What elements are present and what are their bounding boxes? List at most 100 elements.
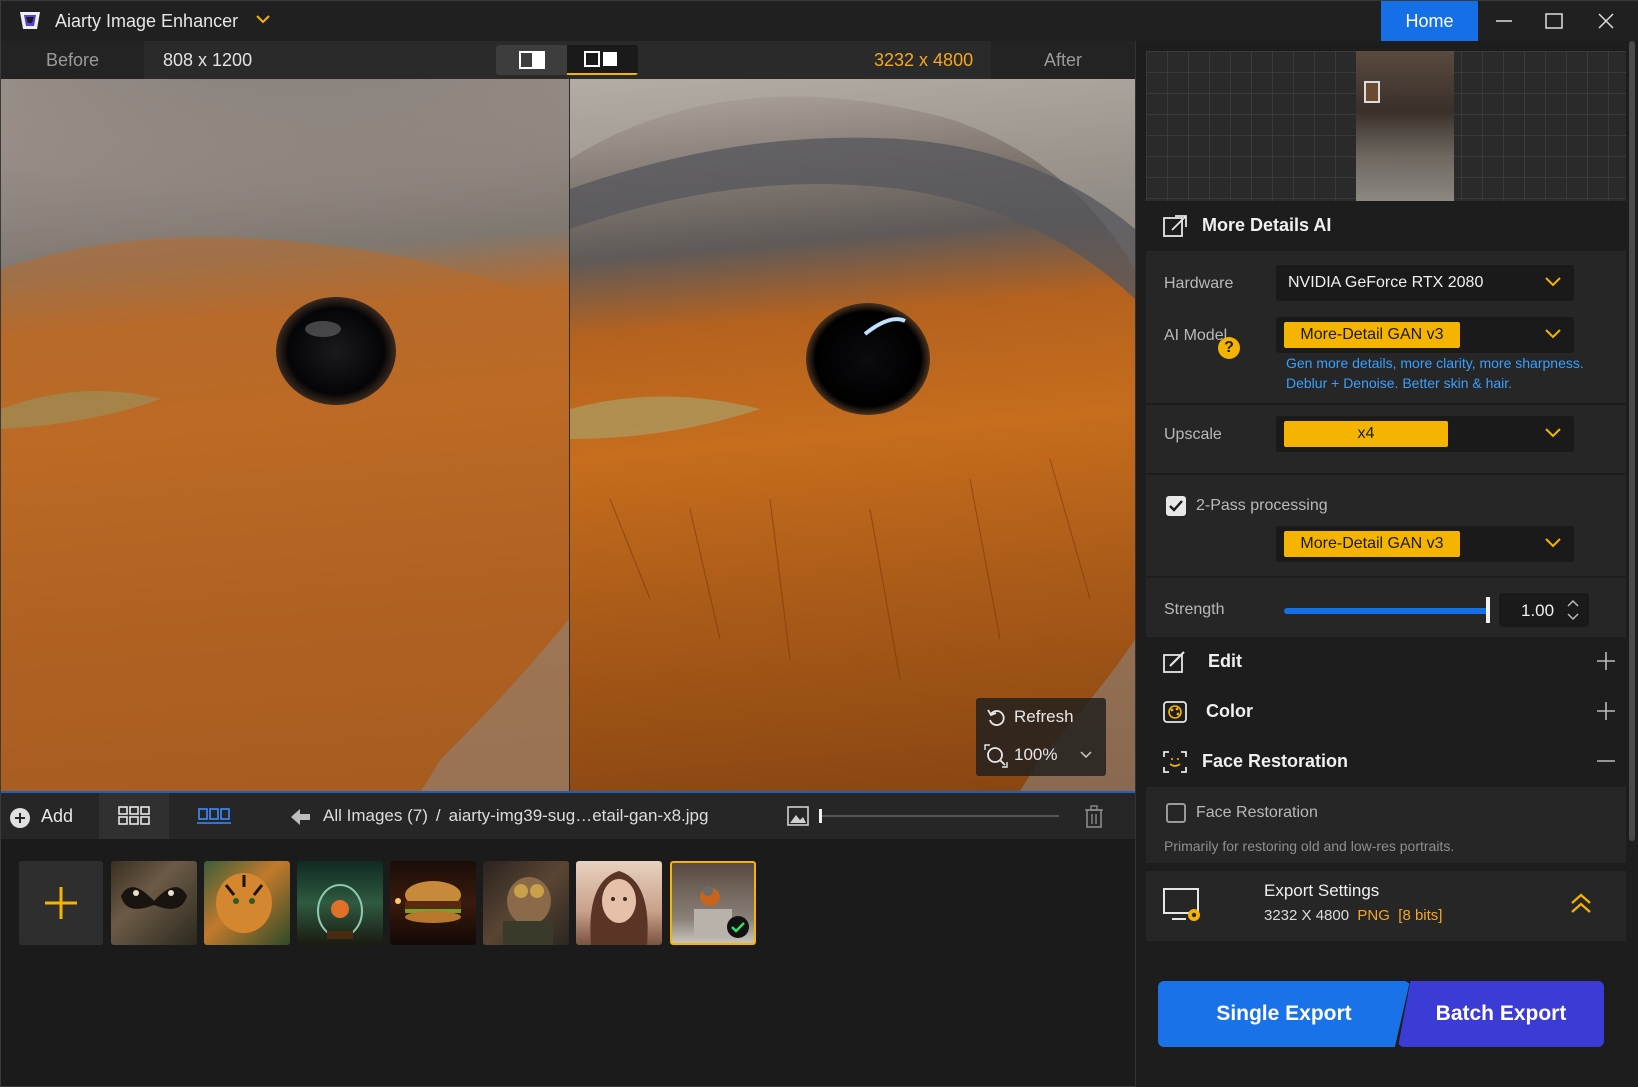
title-bar: Aiarty Image Enhancer Home bbox=[1, 1, 1638, 41]
upscale-select[interactable]: x4 bbox=[1276, 416, 1574, 452]
chevron-down-icon bbox=[1545, 538, 1561, 548]
strength-label: Strength bbox=[1164, 601, 1225, 618]
thumbnail-tiger[interactable] bbox=[204, 861, 290, 945]
batch-export-button[interactable]: Batch Export bbox=[1398, 981, 1604, 1047]
strength-row: Strength 1.00 bbox=[1146, 577, 1626, 637]
zoom-icon bbox=[984, 744, 1008, 768]
strip-view-button[interactable] bbox=[179, 793, 249, 839]
back-arrow-icon[interactable] bbox=[291, 808, 311, 826]
app-title: Aiarty Image Enhancer bbox=[55, 11, 239, 31]
add-label: Add bbox=[41, 806, 74, 826]
model-description-line-2: Deblur + Denoise. Better skin & hair. bbox=[1286, 375, 1513, 391]
plus-icon bbox=[1597, 652, 1615, 670]
export-settings-icon bbox=[1163, 888, 1200, 921]
export-settings[interactable]: Export Settings 3232 X 4800 PNG [8 bits] bbox=[1146, 871, 1626, 941]
face-restoration-checkbox[interactable] bbox=[1166, 803, 1186, 823]
export-actions: Single Export Batch Export bbox=[1146, 959, 1626, 1077]
plus-icon bbox=[1597, 702, 1615, 720]
app-logo-icon bbox=[20, 12, 40, 29]
thumbnail-butterfly[interactable] bbox=[111, 861, 197, 945]
edit-section-header[interactable]: Edit bbox=[1136, 637, 1638, 687]
thumbnail-strip bbox=[1, 839, 1135, 1079]
strip-view-icon bbox=[197, 808, 231, 824]
face-restoration-description: Primarily for restoring old and low-res … bbox=[1164, 838, 1455, 854]
before-image[interactable] bbox=[1, 79, 569, 791]
grid-view-icon bbox=[118, 806, 150, 825]
before-tab[interactable]: Before bbox=[1, 41, 144, 79]
split-view-button[interactable] bbox=[567, 45, 638, 75]
refresh-button[interactable]: Refresh bbox=[976, 698, 1106, 736]
face-restoration-section-header[interactable]: Face Restoration bbox=[1136, 737, 1638, 787]
maximize-button[interactable] bbox=[1529, 1, 1579, 41]
ai-model-select[interactable]: More-Detail GAN v3 bbox=[1276, 317, 1574, 353]
two-pass-label: 2-Pass processing bbox=[1196, 497, 1328, 514]
thumbnail-terrarium[interactable] bbox=[297, 861, 383, 945]
minimize-button[interactable] bbox=[1479, 1, 1529, 41]
filmstrip-toolbar: Add All Images (7) / aiarty-img39-sug…etai… bbox=[1, 791, 1135, 839]
close-button[interactable] bbox=[1581, 1, 1631, 41]
more-details-section-header: More Details AI bbox=[1136, 201, 1638, 251]
export-size: 3232 X 4800 bbox=[1264, 907, 1350, 924]
upscale-value: x4 bbox=[1284, 421, 1448, 447]
hardware-select[interactable]: NVIDIA GeForce RTX 2080 bbox=[1276, 265, 1574, 301]
add-image-button[interactable] bbox=[19, 861, 103, 945]
after-tab[interactable]: After bbox=[991, 41, 1135, 79]
two-pass-checkbox[interactable] bbox=[1166, 496, 1186, 516]
checkmark-icon bbox=[1169, 500, 1183, 512]
model-description-line-1: Gen more details, more clarity, more sha… bbox=[1286, 355, 1584, 371]
strength-slider-knob[interactable] bbox=[1486, 597, 1490, 623]
ai-model-value: More-Detail GAN v3 bbox=[1284, 322, 1460, 348]
thumbnail-size-slider[interactable] bbox=[819, 809, 1059, 823]
settings-panel: More Details AI Hardware NVIDIA GeForce … bbox=[1135, 41, 1638, 1087]
trash-icon[interactable] bbox=[1083, 805, 1105, 829]
navigator-preview[interactable] bbox=[1146, 51, 1626, 201]
chevron-down-icon bbox=[1545, 428, 1561, 438]
zoom-dropdown[interactable]: 100% bbox=[976, 736, 1106, 774]
thumbnail-robin[interactable] bbox=[670, 861, 756, 945]
color-title: Color bbox=[1206, 701, 1253, 721]
refresh-icon bbox=[987, 709, 1005, 726]
single-view-icon bbox=[519, 51, 545, 69]
hardware-label: Hardware bbox=[1164, 275, 1234, 292]
edit-icon bbox=[1163, 651, 1185, 673]
two-pass-model-select[interactable]: More-Detail GAN v3 bbox=[1276, 526, 1574, 562]
breadcrumb-all-images[interactable]: All Images (7) bbox=[323, 806, 428, 825]
enhance-icon bbox=[1163, 215, 1187, 237]
single-export-button[interactable]: Single Export bbox=[1158, 981, 1410, 1047]
more-details-card: Hardware NVIDIA GeForce RTX 2080 AI Mode… bbox=[1146, 251, 1626, 637]
upscale-label: Upscale bbox=[1164, 426, 1222, 443]
chevron-down-icon bbox=[1545, 277, 1561, 287]
add-circle-icon bbox=[10, 808, 30, 828]
strength-slider[interactable] bbox=[1284, 608, 1490, 614]
edit-title: Edit bbox=[1208, 651, 1242, 671]
after-image[interactable]: Refresh 100% bbox=[570, 79, 1135, 791]
color-section-header[interactable]: Color bbox=[1136, 687, 1638, 737]
thumbnail-steampunk-dog[interactable] bbox=[483, 861, 569, 945]
navigator-viewport-frame[interactable] bbox=[1364, 81, 1380, 103]
strength-input[interactable]: 1.00 bbox=[1499, 593, 1589, 627]
thumbnail-burger[interactable] bbox=[390, 861, 476, 945]
minimize-icon bbox=[1496, 20, 1512, 22]
home-button[interactable]: Home bbox=[1381, 1, 1478, 41]
checkmark-icon bbox=[727, 916, 749, 938]
portrait-thumbnail-image bbox=[590, 871, 648, 945]
grid-view-button[interactable] bbox=[99, 793, 169, 839]
help-icon[interactable]: ? bbox=[1218, 337, 1240, 359]
compare-header: Before 808 x 1200 3232 x 4800 After bbox=[1, 41, 1135, 79]
thumbnail-portrait[interactable] bbox=[576, 861, 662, 945]
face-scan-icon bbox=[1163, 751, 1187, 773]
panel-scrollbar[interactable] bbox=[1629, 41, 1635, 841]
steampunk-dog-thumbnail-image bbox=[503, 877, 553, 945]
thumbnail-size-knob[interactable] bbox=[819, 809, 822, 823]
terrarium-thumbnail-image bbox=[317, 884, 363, 939]
chevron-down-icon[interactable] bbox=[253, 9, 273, 29]
divider bbox=[1146, 403, 1626, 405]
plus-icon bbox=[45, 887, 77, 919]
export-bits: [8 bits] bbox=[1398, 907, 1443, 924]
single-view-button[interactable] bbox=[496, 45, 567, 75]
section-title: More Details AI bbox=[1202, 215, 1332, 235]
burger-thumbnail-image bbox=[395, 881, 461, 923]
breadcrumb-separator: / bbox=[435, 806, 441, 825]
stepper-icon[interactable] bbox=[1567, 599, 1579, 621]
double-chevron-up-icon[interactable] bbox=[1570, 893, 1592, 915]
